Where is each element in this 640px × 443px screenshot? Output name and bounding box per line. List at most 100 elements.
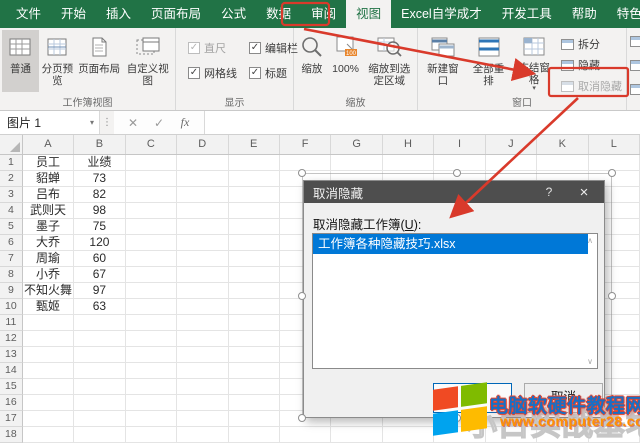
cell-B15[interactable] — [74, 379, 126, 395]
headings-checkbox[interactable]: ✓ 标题 — [249, 65, 298, 81]
cell-E16[interactable] — [228, 395, 280, 411]
cell-A10[interactable]: 甄姬 — [22, 299, 75, 315]
cell-K18[interactable] — [537, 427, 589, 443]
row-header-11[interactable]: 11 — [0, 315, 23, 331]
selection-handle[interactable] — [298, 292, 306, 300]
cell-D17[interactable] — [177, 411, 229, 427]
cell-G1[interactable] — [331, 155, 383, 171]
cell-C12[interactable] — [125, 331, 178, 347]
menu-tab-4[interactable]: 公式 — [211, 0, 256, 28]
cell-E15[interactable] — [228, 379, 280, 395]
cell-E12[interactable] — [228, 331, 280, 347]
cell-I1[interactable] — [434, 155, 486, 171]
cell-H1[interactable] — [382, 155, 435, 171]
listbox-scroll-down-icon[interactable]: ∨ — [587, 357, 593, 366]
cell-E1[interactable] — [228, 155, 280, 171]
selection-handle[interactable] — [453, 414, 461, 422]
cell-F18[interactable] — [279, 427, 332, 443]
cell-B16[interactable] — [74, 395, 126, 411]
dialog-list-item[interactable]: 工作簿各种隐藏技巧.xlsx — [313, 234, 588, 254]
cell-J1[interactable] — [485, 155, 538, 171]
cell-A13[interactable] — [22, 347, 75, 363]
cell-C11[interactable] — [125, 315, 178, 331]
cell-E3[interactable] — [228, 187, 280, 203]
split-button[interactable]: 拆分 — [561, 36, 622, 52]
normal-view-button[interactable]: 普通 — [2, 30, 39, 92]
col-header-G[interactable]: G — [331, 135, 383, 154]
cell-D18[interactable] — [177, 427, 229, 443]
ruler-checkbox[interactable]: ✓ 直尺 — [188, 40, 237, 56]
formula-bar-checkbox[interactable]: ✓ 编辑栏 — [249, 40, 298, 56]
col-header-E[interactable]: E — [229, 135, 280, 154]
menu-tab-2[interactable]: 插入 — [96, 0, 141, 28]
cell-B14[interactable] — [74, 363, 126, 379]
row-header-12[interactable]: 12 — [0, 331, 23, 347]
cell-C4[interactable] — [125, 203, 178, 219]
cell-B18[interactable] — [74, 427, 126, 443]
cell-C5[interactable] — [125, 219, 178, 235]
dialog-title-bar[interactable]: 取消隐藏 ? × — [304, 181, 604, 203]
insert-function-icon[interactable]: fx — [172, 115, 198, 130]
selection-handle[interactable] — [298, 169, 306, 177]
row-header-5[interactable]: 5 — [0, 219, 23, 235]
cell-D6[interactable] — [177, 235, 229, 251]
col-header-C[interactable]: C — [126, 135, 178, 154]
cell-C9[interactable] — [125, 283, 178, 299]
cell-C1[interactable] — [125, 155, 178, 171]
freeze-panes-button[interactable]: 冻结窗格 ▾ — [511, 30, 557, 92]
cell-D2[interactable] — [177, 171, 229, 187]
menu-tab-8[interactable]: Excel自学成才 — [391, 0, 492, 28]
cell-A5[interactable]: 墨子 — [22, 219, 75, 235]
cell-E8[interactable] — [228, 267, 280, 283]
cell-E6[interactable] — [228, 235, 280, 251]
workbook-listbox[interactable]: ∧ ∨ 工作簿各种隐藏技巧.xlsx — [312, 233, 598, 369]
cell-B7[interactable]: 60 — [74, 251, 126, 267]
name-box[interactable]: 图片 1 ▾ — [0, 111, 100, 134]
row-header-15[interactable]: 15 — [0, 379, 23, 395]
cell-D3[interactable] — [177, 187, 229, 203]
row-header-2[interactable]: 2 — [0, 171, 23, 187]
cell-B12[interactable] — [74, 331, 126, 347]
selection-handle[interactable] — [608, 169, 616, 177]
cell-E13[interactable] — [228, 347, 280, 363]
cell-D10[interactable] — [177, 299, 229, 315]
cell-B3[interactable]: 82 — [74, 187, 126, 203]
menu-tab-6[interactable]: 审阅 — [301, 0, 346, 28]
cell-J18[interactable] — [485, 427, 538, 443]
cell-A11[interactable] — [22, 315, 75, 331]
cell-B1[interactable]: 业绩 — [74, 155, 126, 171]
cell-A4[interactable]: 武则天 — [22, 203, 75, 219]
gridlines-checkbox[interactable]: ✓ 网格线 — [188, 65, 237, 81]
col-header-F[interactable]: F — [280, 135, 332, 154]
cell-E9[interactable] — [228, 283, 280, 299]
selection-handle[interactable] — [608, 414, 616, 422]
row-header-7[interactable]: 7 — [0, 251, 23, 267]
cell-B8[interactable]: 67 — [74, 267, 126, 283]
cancel-entry-icon[interactable]: ✕ — [120, 116, 146, 130]
row-header-17[interactable]: 17 — [0, 411, 23, 427]
cell-A16[interactable] — [22, 395, 75, 411]
col-header-H[interactable]: H — [383, 135, 435, 154]
cell-D8[interactable] — [177, 267, 229, 283]
unhide-button[interactable]: 取消隐藏 — [561, 78, 622, 94]
custom-views-button[interactable]: 自定义视图 — [123, 30, 174, 92]
confirm-entry-icon[interactable]: ✓ — [146, 116, 172, 130]
col-header-B[interactable]: B — [74, 135, 126, 154]
zoom-to-selection-button[interactable]: 缩放到选定区域 — [363, 30, 415, 92]
cell-D15[interactable] — [177, 379, 229, 395]
cell-B17[interactable] — [74, 411, 126, 427]
cell-B9[interactable]: 97 — [74, 283, 126, 299]
cell-A14[interactable] — [22, 363, 75, 379]
cell-E10[interactable] — [228, 299, 280, 315]
cell-B5[interactable]: 75 — [74, 219, 126, 235]
cell-C17[interactable] — [125, 411, 178, 427]
cell-D12[interactable] — [177, 331, 229, 347]
cell-A2[interactable]: 貂蝉 — [22, 171, 75, 187]
cell-C6[interactable] — [125, 235, 178, 251]
name-box-dropdown-icon[interactable]: ▾ — [90, 118, 94, 127]
cell-D9[interactable] — [177, 283, 229, 299]
col-header-L[interactable]: L — [589, 135, 640, 154]
page-break-preview-button[interactable]: 分页预览 — [39, 30, 76, 92]
cancel-button[interactable]: 取消 — [524, 383, 603, 413]
row-header-1[interactable]: 1 — [0, 155, 23, 171]
